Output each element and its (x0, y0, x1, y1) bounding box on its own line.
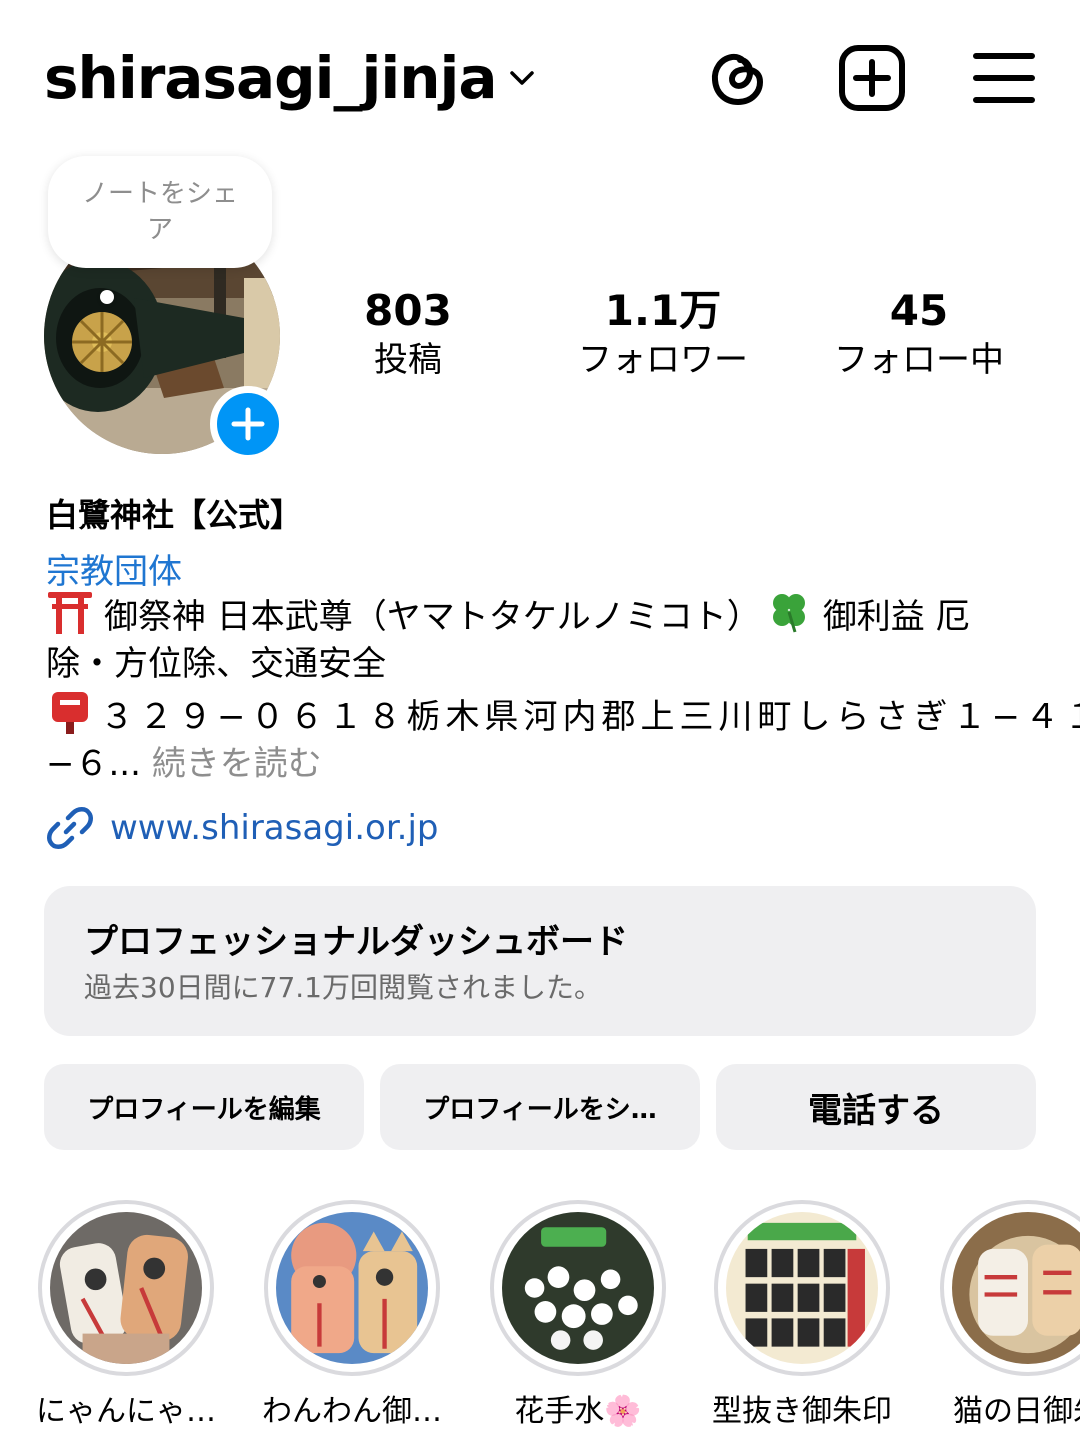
profile-category: 宗教団体 (46, 552, 182, 592)
clover-icon (772, 594, 805, 633)
bio-line-3: ３２９−０６１８栃木県河内郡上三川町しらさぎ１−４１ (46, 690, 1080, 741)
highlight-item[interactable]: にゃんにゃ… (36, 1200, 216, 1429)
profile-name: 白鷺神社【公式】 (46, 496, 303, 534)
add-story-button[interactable] (210, 386, 286, 462)
highlight-item[interactable]: 猫の日御朱 (940, 1200, 1080, 1429)
highlight-cover (726, 1212, 878, 1364)
highlight-item[interactable]: わんわん御… (262, 1200, 442, 1429)
highlight-label: にゃんにゃ… (36, 1394, 216, 1429)
following-count[interactable]: 45 フォロー中 (819, 285, 1019, 383)
read-more-link[interactable]: 続きを読む (141, 744, 322, 784)
torii-icon (48, 592, 92, 634)
bio-address-continued: −６... (46, 744, 141, 784)
highlight-cover (50, 1212, 202, 1364)
posts-count-value: 803 (364, 286, 452, 335)
highlight-ring (490, 1200, 666, 1376)
following-count-value: 45 (889, 286, 949, 335)
website-link-row[interactable]: www.shirasagi.or.jp (46, 800, 439, 856)
highlight-label: 花手水🌸 (514, 1394, 642, 1429)
bio-benefit-text: 御利益 厄 (822, 597, 970, 637)
highlight-ring (264, 1200, 440, 1376)
link-icon (47, 807, 93, 849)
threads-icon[interactable] (702, 42, 774, 114)
bio-line-4: −６... 続きを読む (46, 740, 322, 788)
posts-count-label: 投稿 (374, 340, 442, 380)
highlight-cover (502, 1212, 654, 1364)
edit-profile-button[interactable]: プロフィールを編集 (44, 1064, 364, 1150)
call-button[interactable]: 電話する (716, 1064, 1036, 1150)
create-icon[interactable] (836, 42, 908, 114)
professional-dashboard-card[interactable]: プロフェッショナルダッシュボード 過去30日間に77.1万回閲覧されました。 (44, 886, 1036, 1036)
highlight-label: 猫の日御朱 (953, 1394, 1080, 1429)
highlight-cover (276, 1212, 428, 1364)
username[interactable]: shirasagi_jinja (44, 44, 498, 112)
followers-count-label: フォロワー (578, 340, 748, 380)
bio-line-2: 除・方位除、交通安全 (46, 644, 386, 684)
bio-deity-text: 御祭神 日本武尊（ヤマトタケルノミコト） (104, 597, 761, 637)
highlight-item[interactable]: 花手水🌸 (490, 1200, 666, 1429)
profile-header: shirasagi_jinja (0, 0, 1080, 150)
following-count-label: フォロー中 (834, 340, 1004, 380)
highlight-ring (940, 1200, 1080, 1376)
share-profile-label: プロフィールをシ… (423, 1094, 657, 1125)
call-label: 電話する (808, 1090, 944, 1131)
plus-icon (231, 407, 265, 441)
dashboard-subtitle: 過去30日間に77.1万回閲覧されました。 (84, 971, 602, 1004)
bio-line-1: 御祭神 日本武尊（ヤマトタケルノミコト） 御利益 厄 (46, 590, 970, 641)
share-note-bubble[interactable]: ノートをシェア (48, 156, 272, 268)
dashboard-title: プロフェッショナルダッシュボード (84, 922, 628, 962)
share-profile-button[interactable]: プロフィールをシ… (380, 1064, 700, 1150)
highlight-label: 型抜き御朱印 (712, 1394, 892, 1429)
note-bubble-tail (100, 290, 114, 304)
highlight-ring (714, 1200, 890, 1376)
edit-profile-label: プロフィールを編集 (87, 1094, 321, 1125)
share-note-text: ノートをシェア (81, 179, 238, 245)
bio-address-text: ３２９−０６１８栃木県河内郡上三川町しらさぎ１−４１ (100, 697, 1080, 737)
highlight-label: わんわん御… (262, 1394, 442, 1429)
website-link[interactable]: www.shirasagi.or.jp (110, 808, 439, 848)
posts-count[interactable]: 803 投稿 (308, 285, 508, 383)
highlight-cover (952, 1212, 1080, 1364)
followers-count[interactable]: 1.1万 フォロワー (563, 285, 763, 383)
postbox-icon (52, 692, 88, 734)
highlight-item[interactable]: 型抜き御朱印 (712, 1200, 892, 1429)
highlight-ring (38, 1200, 214, 1376)
chevron-down-icon[interactable] (506, 62, 538, 94)
followers-count-value: 1.1万 (604, 286, 722, 335)
menu-icon[interactable] (968, 42, 1040, 114)
